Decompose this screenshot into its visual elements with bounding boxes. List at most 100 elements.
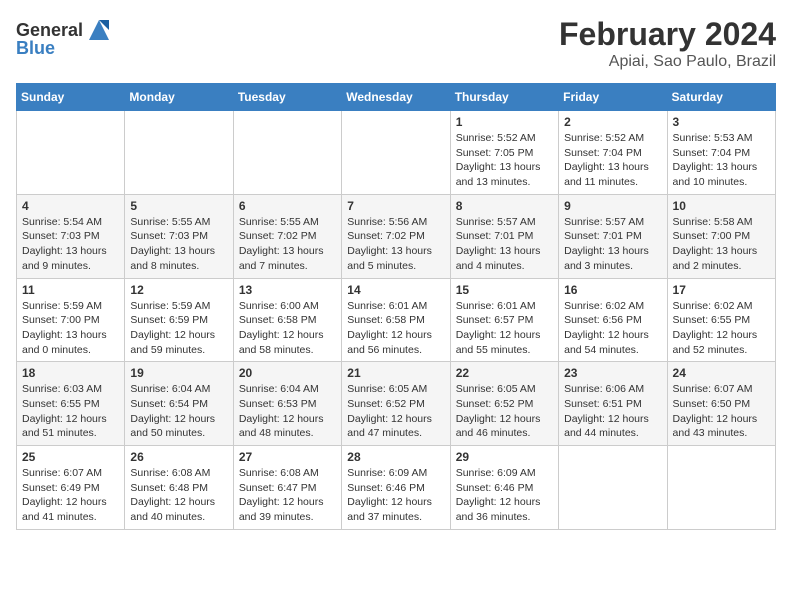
day-info: Sunrise: 6:03 AMSunset: 6:55 PMDaylight:… <box>22 382 119 441</box>
day-number: 18 <box>22 366 119 380</box>
day-number: 17 <box>673 283 770 297</box>
calendar-day-3: 3 Sunrise: 5:53 AMSunset: 7:04 PMDaylight… <box>667 111 775 195</box>
day-info: Sunrise: 5:59 AMSunset: 7:00 PMDaylight:… <box>22 299 119 358</box>
calendar-empty-cell <box>667 446 775 530</box>
day-info: Sunrise: 6:09 AMSunset: 6:46 PMDaylight:… <box>347 466 444 525</box>
calendar-title: February 2024 <box>559 16 776 53</box>
day-number: 7 <box>347 199 444 213</box>
calendar-header-row: SundayMondayTuesdayWednesdayThursdayFrid… <box>17 84 776 111</box>
calendar-day-5: 5 Sunrise: 5:55 AMSunset: 7:03 PMDaylight… <box>125 194 233 278</box>
day-info: Sunrise: 6:08 AMSunset: 6:48 PMDaylight:… <box>130 466 227 525</box>
calendar-week-5: 25Sunrise: 6:07 AMSunset: 6:49 PMDayligh… <box>17 446 776 530</box>
day-info: Sunrise: 6:08 AMSunset: 6:47 PMDaylight:… <box>239 466 336 525</box>
calendar-week-2: 4 Sunrise: 5:54 AMSunset: 7:03 PMDaylight… <box>17 194 776 278</box>
calendar-day-6: 6 Sunrise: 5:55 AMSunset: 7:02 PMDaylight… <box>233 194 341 278</box>
day-number: 26 <box>130 450 227 464</box>
calendar-day-11: 11 Sunrise: 5:59 AMSunset: 7:00 PMDayligh… <box>17 278 125 362</box>
day-number: 29 <box>456 450 553 464</box>
calendar-empty-cell <box>559 446 667 530</box>
day-info: Sunrise: 6:02 AMSunset: 6:56 PMDaylight:… <box>564 299 661 358</box>
day-info: Sunrise: 6:04 AMSunset: 6:53 PMDaylight:… <box>239 382 336 441</box>
calendar-day-20: 20 Sunrise: 6:04 AMSunset: 6:53 PMDayligh… <box>233 362 341 446</box>
day-info: Sunrise: 6:06 AMSunset: 6:51 PMDaylight:… <box>564 382 661 441</box>
page-header: General Blue February 2024 Apiai, Sao Pa… <box>16 16 776 71</box>
day-info: Sunrise: 5:52 AMSunset: 7:04 PMDaylight:… <box>564 131 661 190</box>
header-cell-sunday: Sunday <box>17 84 125 111</box>
calendar-day-7: 7 Sunrise: 5:56 AMSunset: 7:02 PMDaylight… <box>342 194 450 278</box>
day-info: Sunrise: 5:55 AMSunset: 7:02 PMDaylight:… <box>239 215 336 274</box>
calendar-day-17: 17 Sunrise: 6:02 AMSunset: 6:55 PMDayligh… <box>667 278 775 362</box>
day-info: Sunrise: 5:53 AMSunset: 7:04 PMDaylight:… <box>673 131 770 190</box>
day-number: 6 <box>239 199 336 213</box>
day-info: Sunrise: 6:04 AMSunset: 6:54 PMDaylight:… <box>130 382 227 441</box>
day-info: Sunrise: 6:01 AMSunset: 6:58 PMDaylight:… <box>347 299 444 358</box>
day-number: 3 <box>673 115 770 129</box>
calendar-day-8: 8Sunrise: 5:57 AMSunset: 7:01 PMDaylight… <box>450 194 558 278</box>
day-info: Sunrise: 6:07 AMSunset: 6:49 PMDaylight:… <box>22 466 119 525</box>
day-info: Sunrise: 5:56 AMSunset: 7:02 PMDaylight:… <box>347 215 444 274</box>
header-cell-thursday: Thursday <box>450 84 558 111</box>
calendar-empty-cell <box>233 111 341 195</box>
day-number: 9 <box>564 199 661 213</box>
day-number: 20 <box>239 366 336 380</box>
day-info: Sunrise: 6:02 AMSunset: 6:55 PMDaylight:… <box>673 299 770 358</box>
day-info: Sunrise: 5:55 AMSunset: 7:03 PMDaylight:… <box>130 215 227 274</box>
day-number: 13 <box>239 283 336 297</box>
header-cell-wednesday: Wednesday <box>342 84 450 111</box>
day-number: 1 <box>456 115 553 129</box>
day-number: 8 <box>456 199 553 213</box>
calendar-week-1: 1 Sunrise: 5:52 AMSunset: 7:05 PMDaylight… <box>17 111 776 195</box>
day-number: 11 <box>22 283 119 297</box>
day-number: 10 <box>673 199 770 213</box>
day-number: 23 <box>564 366 661 380</box>
calendar-table: SundayMondayTuesdayWednesdayThursdayFrid… <box>16 83 776 530</box>
day-number: 19 <box>130 366 227 380</box>
calendar-empty-cell <box>342 111 450 195</box>
logo: General Blue <box>16 16 113 59</box>
calendar-subtitle: Apiai, Sao Paulo, Brazil <box>559 53 776 71</box>
calendar-day-22: 22 Sunrise: 6:05 AMSunset: 6:52 PMDayligh… <box>450 362 558 446</box>
calendar-day-2: 2Sunrise: 5:52 AMSunset: 7:04 PMDaylight… <box>559 111 667 195</box>
calendar-day-12: 12Sunrise: 5:59 AMSunset: 6:59 PMDayligh… <box>125 278 233 362</box>
day-number: 22 <box>456 366 553 380</box>
day-number: 4 <box>22 199 119 213</box>
day-info: Sunrise: 6:01 AMSunset: 6:57 PMDaylight:… <box>456 299 553 358</box>
logo-icon <box>85 16 113 44</box>
day-number: 5 <box>130 199 227 213</box>
calendar-day-26: 26 Sunrise: 6:08 AMSunset: 6:48 PMDayligh… <box>125 446 233 530</box>
day-number: 15 <box>456 283 553 297</box>
day-number: 12 <box>130 283 227 297</box>
day-number: 21 <box>347 366 444 380</box>
calendar-day-29: 29Sunrise: 6:09 AMSunset: 6:46 PMDayligh… <box>450 446 558 530</box>
calendar-day-21: 21 Sunrise: 6:05 AMSunset: 6:52 PMDayligh… <box>342 362 450 446</box>
header-cell-tuesday: Tuesday <box>233 84 341 111</box>
day-info: Sunrise: 5:54 AMSunset: 7:03 PMDaylight:… <box>22 215 119 274</box>
calendar-day-10: 10 Sunrise: 5:58 AMSunset: 7:00 PMDayligh… <box>667 194 775 278</box>
day-info: Sunrise: 5:52 AMSunset: 7:05 PMDaylight:… <box>456 131 553 190</box>
calendar-day-15: 15 Sunrise: 6:01 AMSunset: 6:57 PMDayligh… <box>450 278 558 362</box>
day-info: Sunrise: 6:07 AMSunset: 6:50 PMDaylight:… <box>673 382 770 441</box>
day-info: Sunrise: 5:58 AMSunset: 7:00 PMDaylight:… <box>673 215 770 274</box>
calendar-day-16: 16Sunrise: 6:02 AMSunset: 6:56 PMDayligh… <box>559 278 667 362</box>
calendar-week-3: 11 Sunrise: 5:59 AMSunset: 7:00 PMDayligh… <box>17 278 776 362</box>
calendar-week-4: 18 Sunrise: 6:03 AMSunset: 6:55 PMDayligh… <box>17 362 776 446</box>
day-number: 24 <box>673 366 770 380</box>
day-info: Sunrise: 5:57 AMSunset: 7:01 PMDaylight:… <box>564 215 661 274</box>
day-info: Sunrise: 6:00 AMSunset: 6:58 PMDaylight:… <box>239 299 336 358</box>
header-cell-saturday: Saturday <box>667 84 775 111</box>
calendar-day-24: 24 Sunrise: 6:07 AMSunset: 6:50 PMDayligh… <box>667 362 775 446</box>
calendar-day-9: 9 Sunrise: 5:57 AMSunset: 7:01 PMDaylight… <box>559 194 667 278</box>
calendar-body: 1 Sunrise: 5:52 AMSunset: 7:05 PMDaylight… <box>17 111 776 530</box>
day-number: 14 <box>347 283 444 297</box>
calendar-day-27: 27 Sunrise: 6:08 AMSunset: 6:47 PMDayligh… <box>233 446 341 530</box>
calendar-day-1: 1 Sunrise: 5:52 AMSunset: 7:05 PMDaylight… <box>450 111 558 195</box>
day-info: Sunrise: 6:05 AMSunset: 6:52 PMDaylight:… <box>347 382 444 441</box>
day-info: Sunrise: 6:05 AMSunset: 6:52 PMDaylight:… <box>456 382 553 441</box>
day-number: 28 <box>347 450 444 464</box>
calendar-day-19: 19 Sunrise: 6:04 AMSunset: 6:54 PMDayligh… <box>125 362 233 446</box>
day-number: 27 <box>239 450 336 464</box>
calendar-day-18: 18 Sunrise: 6:03 AMSunset: 6:55 PMDayligh… <box>17 362 125 446</box>
calendar-empty-cell <box>125 111 233 195</box>
logo-text-blue: Blue <box>16 38 55 59</box>
calendar-day-23: 23 Sunrise: 6:06 AMSunset: 6:51 PMDayligh… <box>559 362 667 446</box>
